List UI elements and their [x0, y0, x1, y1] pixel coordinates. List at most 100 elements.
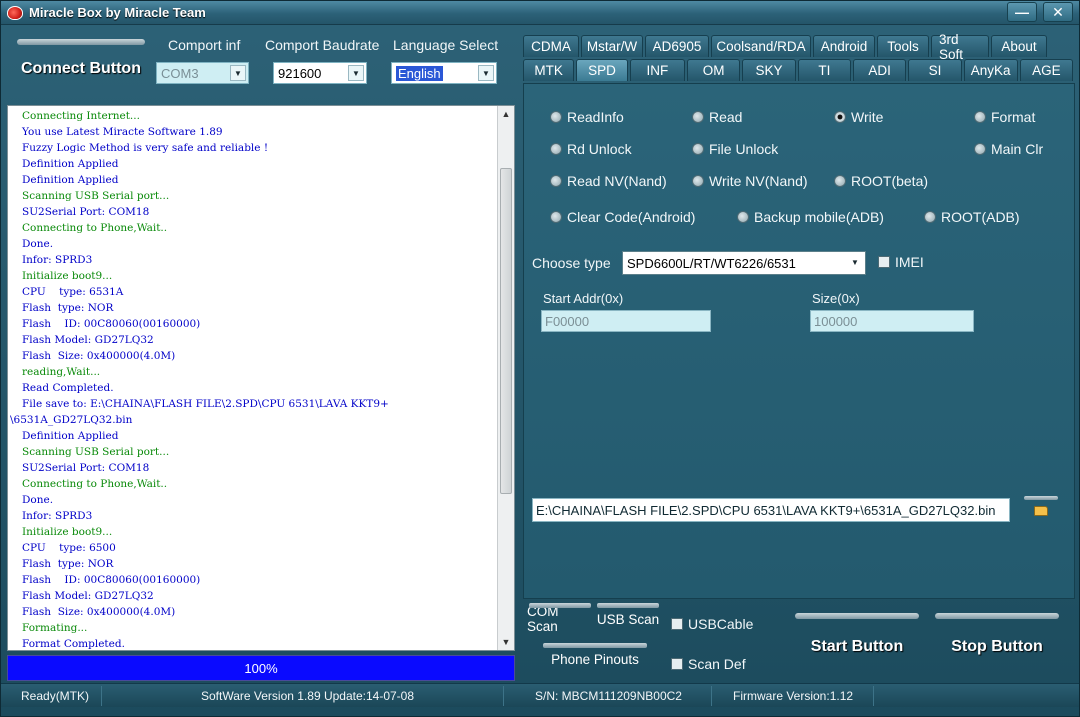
platform-tabs: CDMA Mstar/W AD6905 Coolsand/RDA Android Tool…: [523, 32, 1073, 83]
scroll-thumb[interactable]: [500, 168, 512, 494]
radio-write-nv[interactable]: Write NV(Nand): [692, 173, 808, 189]
log-line: Connecting to Phone,Wait..: [22, 478, 168, 490]
radio-icon: [692, 143, 704, 155]
title-bar[interactable]: Miracle Box by Miracle Team — ✕: [1, 1, 1079, 25]
tab-ti[interactable]: TI: [797, 59, 851, 81]
status-version: SoftWare Version 1.89 Update:14-07-08: [201, 689, 415, 703]
radio-main-clr[interactable]: Main Clr: [974, 141, 1043, 157]
phone-pinouts-label: Phone Pinouts: [551, 651, 639, 667]
tab-mstar-w[interactable]: Mstar/W: [581, 35, 643, 57]
close-button[interactable]: ✕: [1043, 2, 1073, 22]
tab-spd[interactable]: SPD: [576, 59, 628, 81]
baudrate-select[interactable]: 921600 ▼: [273, 62, 367, 84]
open-file-button[interactable]: [1022, 496, 1060, 522]
language-select[interactable]: English ▼: [391, 62, 497, 84]
tab-cdma[interactable]: CDMA: [523, 35, 579, 57]
tab-android[interactable]: Android: [813, 35, 875, 57]
chevron-down-icon[interactable]: ▼: [230, 65, 246, 81]
tab-anyka[interactable]: AnyKa: [963, 59, 1018, 81]
progress-label: 100%: [244, 660, 278, 676]
scroll-down-icon[interactable]: ▼: [498, 634, 514, 650]
radio-root-adb[interactable]: ROOT(ADB): [924, 209, 1020, 225]
connect-button[interactable]: Connect Button: [13, 39, 149, 89]
usb-scan-button[interactable]: USB Scan: [595, 603, 661, 627]
log-line: \6531A_GD27LQ32.bin: [10, 414, 133, 426]
log-line: SU2Serial Port: COM18: [22, 206, 150, 218]
radio-format[interactable]: Format: [974, 109, 1035, 125]
radio-icon: [550, 211, 562, 223]
radio-rd-unlock[interactable]: Rd Unlock: [550, 141, 632, 157]
language-label: Language Select: [393, 37, 499, 53]
log-line: You use Latest Miracte Software 1.89: [22, 126, 223, 138]
tab-si[interactable]: SI: [908, 59, 962, 81]
tab-adi[interactable]: ADI: [853, 59, 907, 81]
scan-def-checkbox[interactable]: Scan Def: [671, 656, 746, 672]
log-line: Flash Size: 0x400000(4.0M): [22, 606, 176, 618]
progress-bar: 100%: [7, 655, 515, 681]
radio-read-nv[interactable]: Read NV(Nand): [550, 173, 667, 189]
radio-label: Rd Unlock: [567, 141, 632, 157]
tab-about[interactable]: About: [991, 35, 1047, 57]
chevron-down-icon[interactable]: ▼: [348, 65, 364, 81]
tab-coolsand-rda[interactable]: Coolsand/RDA: [711, 35, 811, 57]
log-output[interactable]: Connecting Internet... You use Latest Mir…: [7, 105, 515, 651]
minimize-button[interactable]: —: [1007, 2, 1037, 22]
radio-icon: [550, 175, 562, 187]
start-button[interactable]: Start Button: [793, 613, 921, 673]
radio-write[interactable]: Write: [834, 109, 883, 125]
usb-cable-checkbox[interactable]: USBCable: [671, 616, 753, 632]
log-line: Initialize boot9...: [22, 526, 113, 538]
imei-checkbox[interactable]: IMEI: [878, 254, 924, 270]
log-line: Definition Applied: [22, 158, 119, 170]
tab-age[interactable]: AGE: [1019, 59, 1073, 81]
size-field[interactable]: 100000: [810, 310, 974, 332]
radio-clear-code[interactable]: Clear Code(Android): [550, 209, 695, 225]
log-line: CPU type: 6531A: [22, 286, 124, 298]
log-line: Flash type: NOR: [22, 558, 114, 570]
file-path-field[interactable]: E:\CHAINA\FLASH FILE\2.SPD\CPU 6531\LAVA…: [532, 498, 1010, 522]
radio-label: ROOT(beta): [851, 173, 929, 189]
window-title: Miracle Box by Miracle Team: [29, 5, 206, 20]
choose-type-select[interactable]: SPD6600L/RT/WT6226/6531 ▼: [622, 251, 866, 275]
log-line: Flash Model: GD27LQ32: [22, 590, 154, 602]
tab-tools[interactable]: Tools: [877, 35, 929, 57]
imei-label: IMEI: [895, 254, 924, 270]
chevron-down-icon[interactable]: ▼: [478, 65, 494, 81]
radio-label: ROOT(ADB): [941, 209, 1020, 225]
stop-button[interactable]: Stop Button: [933, 613, 1061, 673]
tab-om[interactable]: OM: [687, 59, 741, 81]
radio-readinfo[interactable]: ReadInfo: [550, 109, 624, 125]
radio-file-unlock[interactable]: File Unlock: [692, 141, 778, 157]
radio-icon: [550, 143, 562, 155]
main-window: Miracle Box by Miracle Team — ✕ Connect …: [0, 0, 1080, 717]
tab-sky[interactable]: SKY: [742, 59, 796, 81]
radio-label: Write: [851, 109, 884, 125]
radio-label: Read NV(Nand): [567, 173, 667, 189]
scroll-up-icon[interactable]: ▲: [498, 106, 514, 122]
log-line: File save to: E:\CHAINA\FLASH FILE\2.SPD…: [22, 398, 389, 410]
log-line: Done.: [22, 494, 54, 506]
tab-ad6905[interactable]: AD6905: [645, 35, 709, 57]
log-line: Definition Applied: [22, 430, 119, 442]
tab-inf[interactable]: INF: [629, 59, 686, 81]
log-line: Flash Size: 0x400000(4.0M): [22, 350, 176, 362]
comport-select[interactable]: COM3 ▼: [156, 62, 249, 84]
log-scrollbar[interactable]: ▲ ▼: [497, 106, 514, 650]
tab-3rd-soft[interactable]: 3rd Soft: [931, 32, 989, 62]
radio-read[interactable]: Read: [692, 109, 742, 125]
phone-pinouts-button[interactable]: Phone Pinouts: [541, 643, 649, 667]
log-line: Read Completed.: [22, 382, 114, 394]
checkbox-icon: [878, 256, 890, 268]
radio-backup-mobile[interactable]: Backup mobile(ADB): [737, 209, 884, 225]
log-line: Connecting Internet...: [22, 110, 140, 122]
com-scan-button[interactable]: COM Scan: [527, 603, 593, 634]
chevron-down-icon[interactable]: ▼: [847, 254, 863, 270]
status-firmware: Firmware Version:1.12: [733, 689, 854, 703]
tab-mtk[interactable]: MTK: [523, 59, 575, 81]
log-line: Fuzzy Logic Method is very safe and reli…: [22, 142, 269, 154]
comport-label: Comport inf: [168, 37, 241, 53]
scan-def-label: Scan Def: [688, 656, 746, 672]
radio-root-beta[interactable]: ROOT(beta): [834, 173, 928, 189]
start-addr-field[interactable]: F00000: [541, 310, 711, 332]
status-mode: Ready(MTK): [21, 689, 90, 703]
